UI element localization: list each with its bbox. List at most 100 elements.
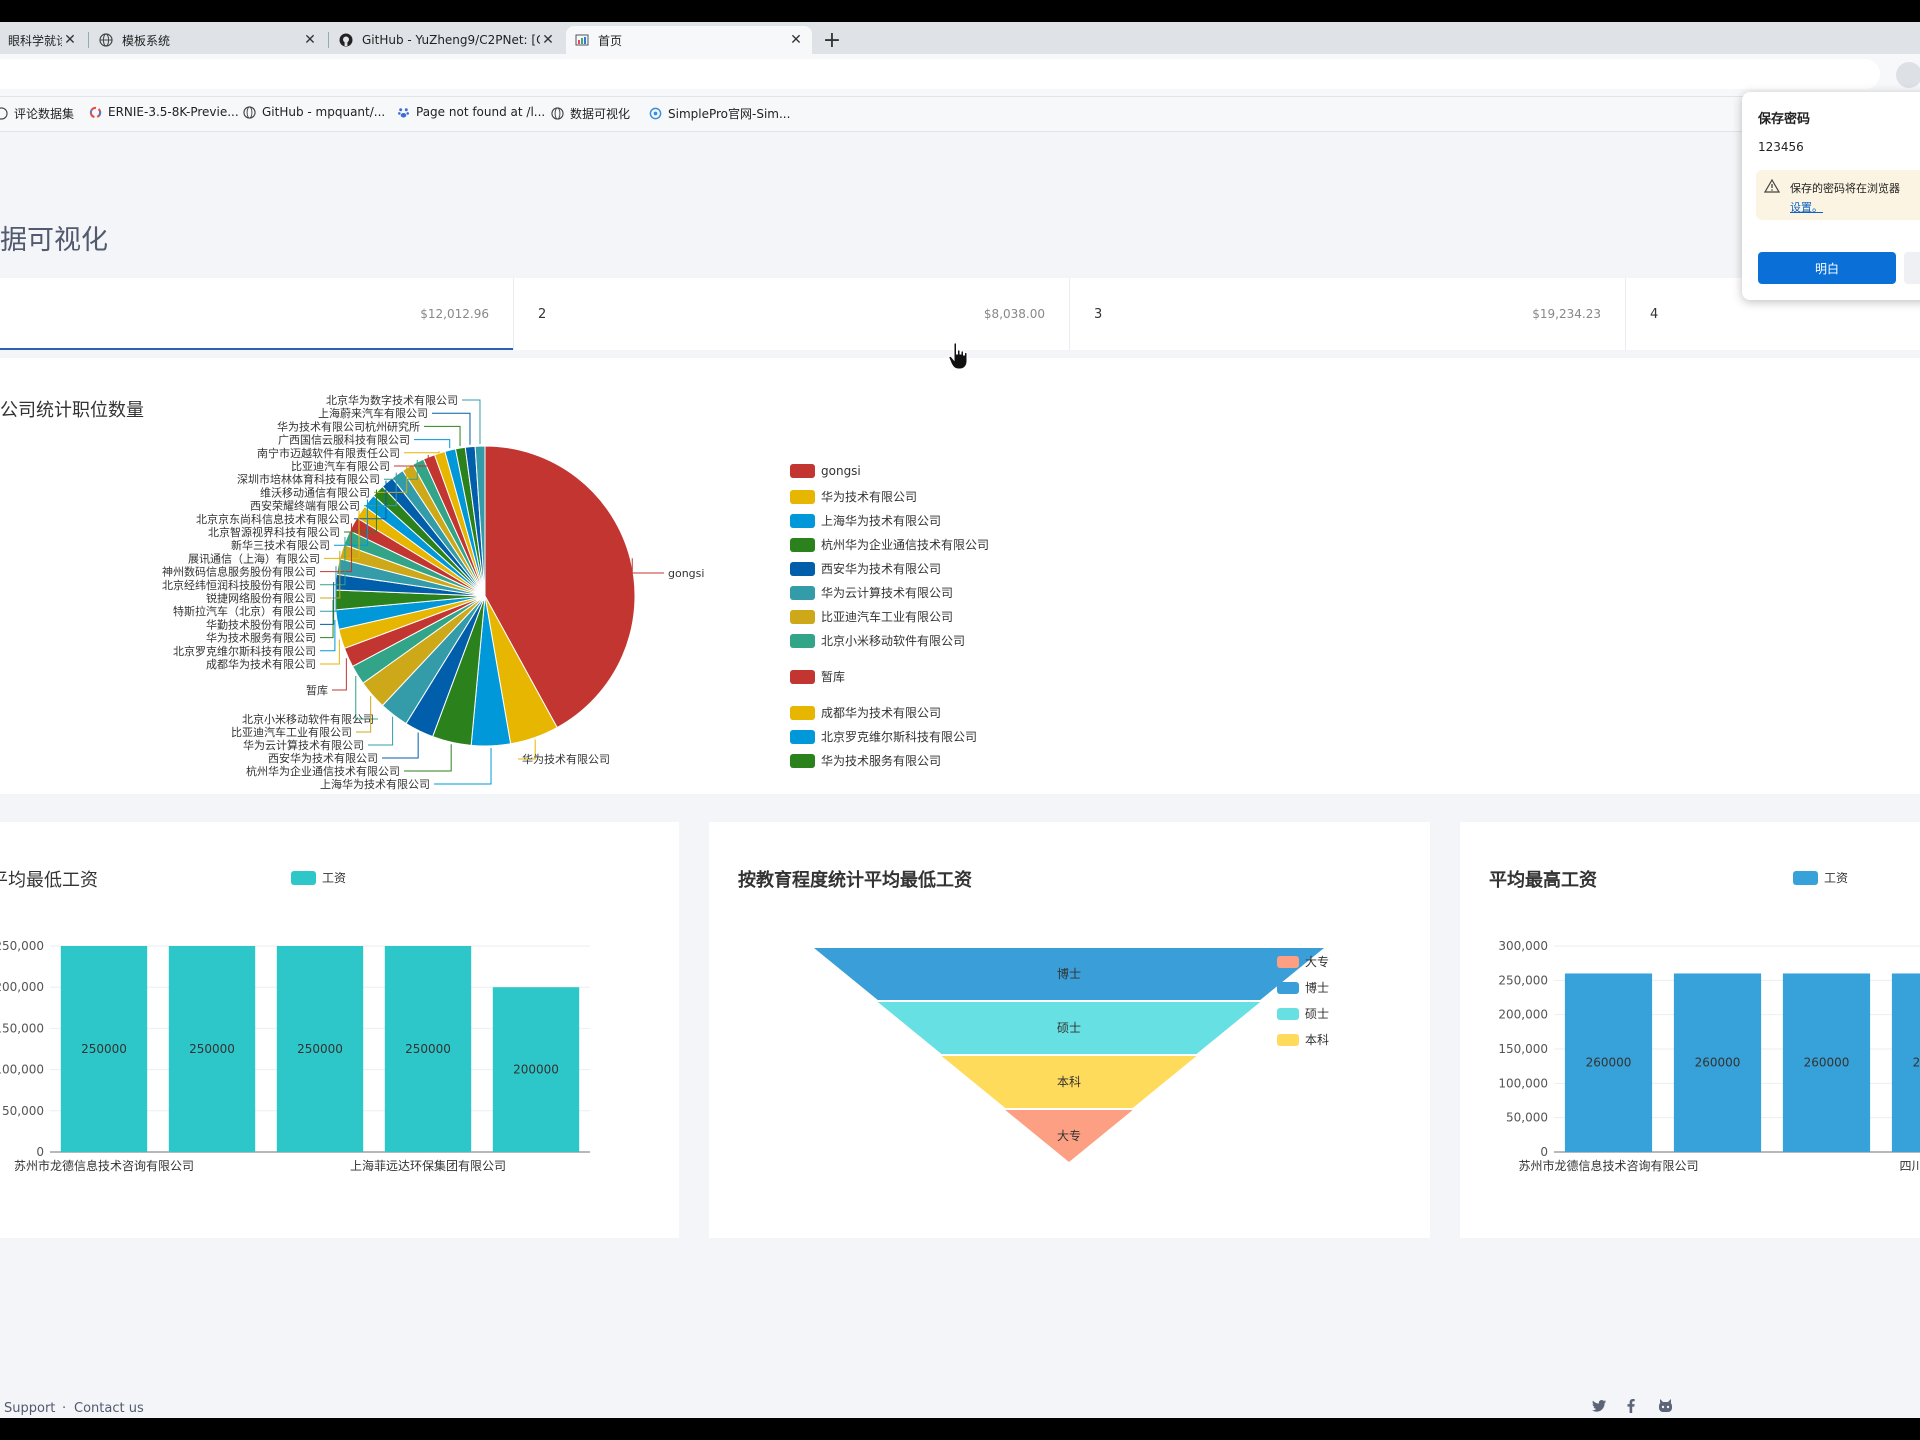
legend-label: 西安华为技术有限公司 — [821, 562, 942, 576]
y-tick-label: 0 — [1540, 1145, 1548, 1159]
tab-separator — [328, 32, 329, 48]
legend-label: 北京罗克维尔斯科技有限公司 — [821, 730, 978, 744]
pie-label-line — [424, 425, 461, 447]
stats-row: $12,012.96 2 $8,038.00 3 $19,234.23 4 — [0, 278, 1920, 350]
browser-tab-4-active[interactable]: 首页 ✕ — [566, 26, 812, 54]
save-password-popup: 保存密码 123456 保存的密码将在浏览器 设置。 明白 — [1742, 92, 1920, 300]
y-tick-label: 150,000 — [1498, 1042, 1548, 1056]
chart-favicon-icon — [574, 32, 590, 48]
browser-tab-2[interactable]: 模板系统 ✕ — [90, 26, 326, 54]
funnel-legend-item[interactable]: 硕士 — [1277, 1005, 1329, 1022]
stat-item-3[interactable]: 3 $19,234.23 — [1070, 278, 1625, 350]
pie-label: 暂库 — [306, 684, 328, 697]
footer-support-link[interactable]: Support — [4, 1401, 55, 1416]
stat-item-1[interactable]: $12,012.96 — [0, 278, 513, 350]
pie-legend-item[interactable]: 西安华为技术有限公司 — [790, 560, 941, 577]
legend-swatch — [790, 513, 815, 528]
globe-icon — [0, 107, 8, 121]
legend-label: 华为技术有限公司 — [821, 490, 918, 504]
legend-label: 本科 — [1305, 1033, 1330, 1047]
stat-amount: $12,012.96 — [420, 307, 489, 321]
pie-label: 广西国信云服科技有限公司 — [278, 433, 410, 447]
ernie-icon — [88, 105, 102, 119]
legend-label: 北京小米移动软件有限公司 — [821, 634, 966, 648]
tab-title: GitHub - YuZheng9/C2PNet: [C — [362, 33, 540, 47]
bar-value-label: 200000 — [513, 1063, 559, 1077]
pie-legend-item[interactable]: 成都华为技术有限公司 — [790, 704, 941, 721]
pie-legend-item[interactable]: 杭州华为企业通信技术有限公司 — [790, 536, 989, 553]
pie-legend-item[interactable]: 上海华为技术有限公司 — [790, 512, 941, 529]
pie-label: 上海华为技术有限公司 — [320, 777, 430, 791]
legend-swatch — [790, 489, 815, 504]
legend-swatch — [790, 669, 815, 684]
bookmark-item[interactable]: GitHub - mpquant/... — [242, 105, 385, 119]
pie-label: 比亚迪汽车有限公司 — [291, 459, 390, 473]
github-icon — [338, 32, 354, 48]
settings-link[interactable]: 设置。 — [1790, 199, 1823, 215]
bar-value-label: 260000 — [1913, 1056, 1920, 1070]
legend-swatch — [1277, 1033, 1299, 1046]
twitter-icon[interactable] — [1590, 1397, 1608, 1415]
bar-value-label: 250000 — [297, 1042, 343, 1056]
close-icon[interactable]: ✕ — [540, 32, 556, 48]
footer-contact-link[interactable]: Contact us — [74, 1401, 144, 1416]
pie-legend-item[interactable]: 北京小米移动软件有限公司 — [790, 632, 965, 649]
pie-legend-item[interactable]: gongsi — [790, 464, 861, 478]
pie-legend-item[interactable]: 华为技术有限公司 — [790, 488, 917, 505]
bookmark-item[interactable]: 评论数据集 — [0, 105, 74, 122]
funnel-legend-item[interactable]: 大专 — [1277, 953, 1329, 970]
x-tick-label: 上海菲远达环保集团有限公司 — [350, 1158, 506, 1173]
legend-swatch — [1277, 955, 1299, 968]
pie-legend-item[interactable]: 北京罗克维尔斯科技有限公司 — [790, 728, 977, 745]
popup-title: 保存密码 — [1758, 112, 1811, 127]
legend-swatch — [790, 561, 815, 576]
close-icon[interactable]: ✕ — [62, 32, 78, 48]
legend-swatch — [790, 537, 815, 552]
browser-tab-1[interactable]: 眼科学就诊 ✕ — [0, 26, 86, 54]
pie-legend-item[interactable]: 华为云计算技术有限公司 — [790, 584, 953, 601]
pie-legend-item[interactable]: 暂库 — [790, 668, 845, 685]
bar-value-label: 250000 — [405, 1042, 451, 1056]
pie-label: 华为技术服务有限公司 — [206, 631, 316, 645]
url-input[interactable] — [0, 59, 1880, 89]
pie-label: 锐捷网络股份有限公司 — [206, 591, 316, 605]
pie-label: 北京华为数字技术有限公司 — [326, 393, 458, 407]
legend-label: 大专 — [1305, 955, 1330, 969]
legend-swatch — [1277, 1007, 1299, 1020]
popup-warning-box: 保存的密码将在浏览器 设置。 — [1756, 170, 1920, 220]
github-icon[interactable] — [1656, 1397, 1674, 1415]
footer-separator: · — [62, 1401, 67, 1416]
legend-swatch — [790, 609, 815, 624]
bookmark-item[interactable]: SimplePro官网-Sim... — [648, 105, 790, 122]
got-it-button[interactable]: 明白 — [1758, 252, 1896, 284]
browser-tab-3[interactable]: GitHub - YuZheng9/C2PNet: [C ✕ — [330, 26, 564, 54]
facebook-icon[interactable] — [1622, 1397, 1640, 1415]
legend-swatch — [790, 729, 815, 744]
funnel-legend-item[interactable]: 本科 — [1277, 1031, 1329, 1048]
bar-value-label: 260000 — [1804, 1056, 1850, 1070]
bookmark-item[interactable]: 数据可视化 — [550, 105, 630, 122]
bookmark-item[interactable]: ERNIE-3.5-8K-Previe... — [88, 105, 239, 119]
y-tick-label: 150,000 — [0, 1021, 44, 1035]
close-icon[interactable]: ✕ — [302, 32, 318, 48]
legend-label: 博士 — [1305, 981, 1330, 995]
pie-label: 北京智源视界科技有限公司 — [208, 525, 340, 539]
pie-label: 深圳市培林体育科技有限公司 — [237, 472, 380, 486]
bookmark-label: Page not found at /l... — [416, 105, 546, 119]
secondary-button[interactable] — [1904, 252, 1920, 284]
extension-button[interactable] — [1896, 62, 1920, 88]
warning-text: 保存的密码将在浏览器 — [1790, 182, 1900, 195]
globe-icon — [98, 32, 114, 48]
funnel-legend-item[interactable]: 博士 — [1277, 979, 1329, 996]
pie-legend-item[interactable]: 比亚迪汽车工业有限公司 — [790, 608, 953, 625]
pie-legend-item[interactable]: 华为技术服务有限公司 — [790, 752, 941, 769]
pie-label: 成都华为技术有限公司 — [206, 657, 316, 671]
stat-item-2[interactable]: 2 $8,038.00 — [514, 278, 1069, 350]
new-tab-button[interactable]: + — [818, 26, 846, 54]
bookmark-item[interactable]: Page not found at /l... — [396, 105, 545, 119]
simplepro-icon — [648, 107, 662, 121]
pie-label-line — [320, 581, 335, 625]
close-icon[interactable]: ✕ — [788, 32, 804, 48]
pie-label: 比亚迪汽车工业有限公司 — [231, 725, 352, 739]
pie-label: 北京京东尚科信息技术有限公司 — [196, 512, 350, 526]
